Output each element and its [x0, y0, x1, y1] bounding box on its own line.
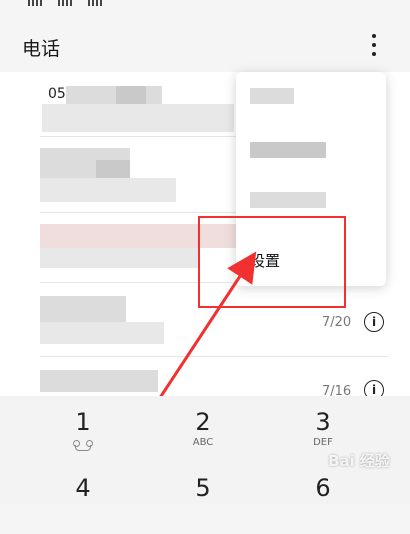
dial-key-2[interactable]: 2 ABC	[143, 408, 263, 468]
voicemail-icon	[73, 440, 93, 451]
dial-key-4[interactable]: 4	[23, 474, 143, 534]
watermark: Bai 经验	[328, 452, 390, 470]
dial-key-1[interactable]: 1	[23, 408, 143, 468]
dial-key-5[interactable]: 5	[143, 474, 263, 534]
dial-key-6[interactable]: 6	[263, 474, 383, 534]
